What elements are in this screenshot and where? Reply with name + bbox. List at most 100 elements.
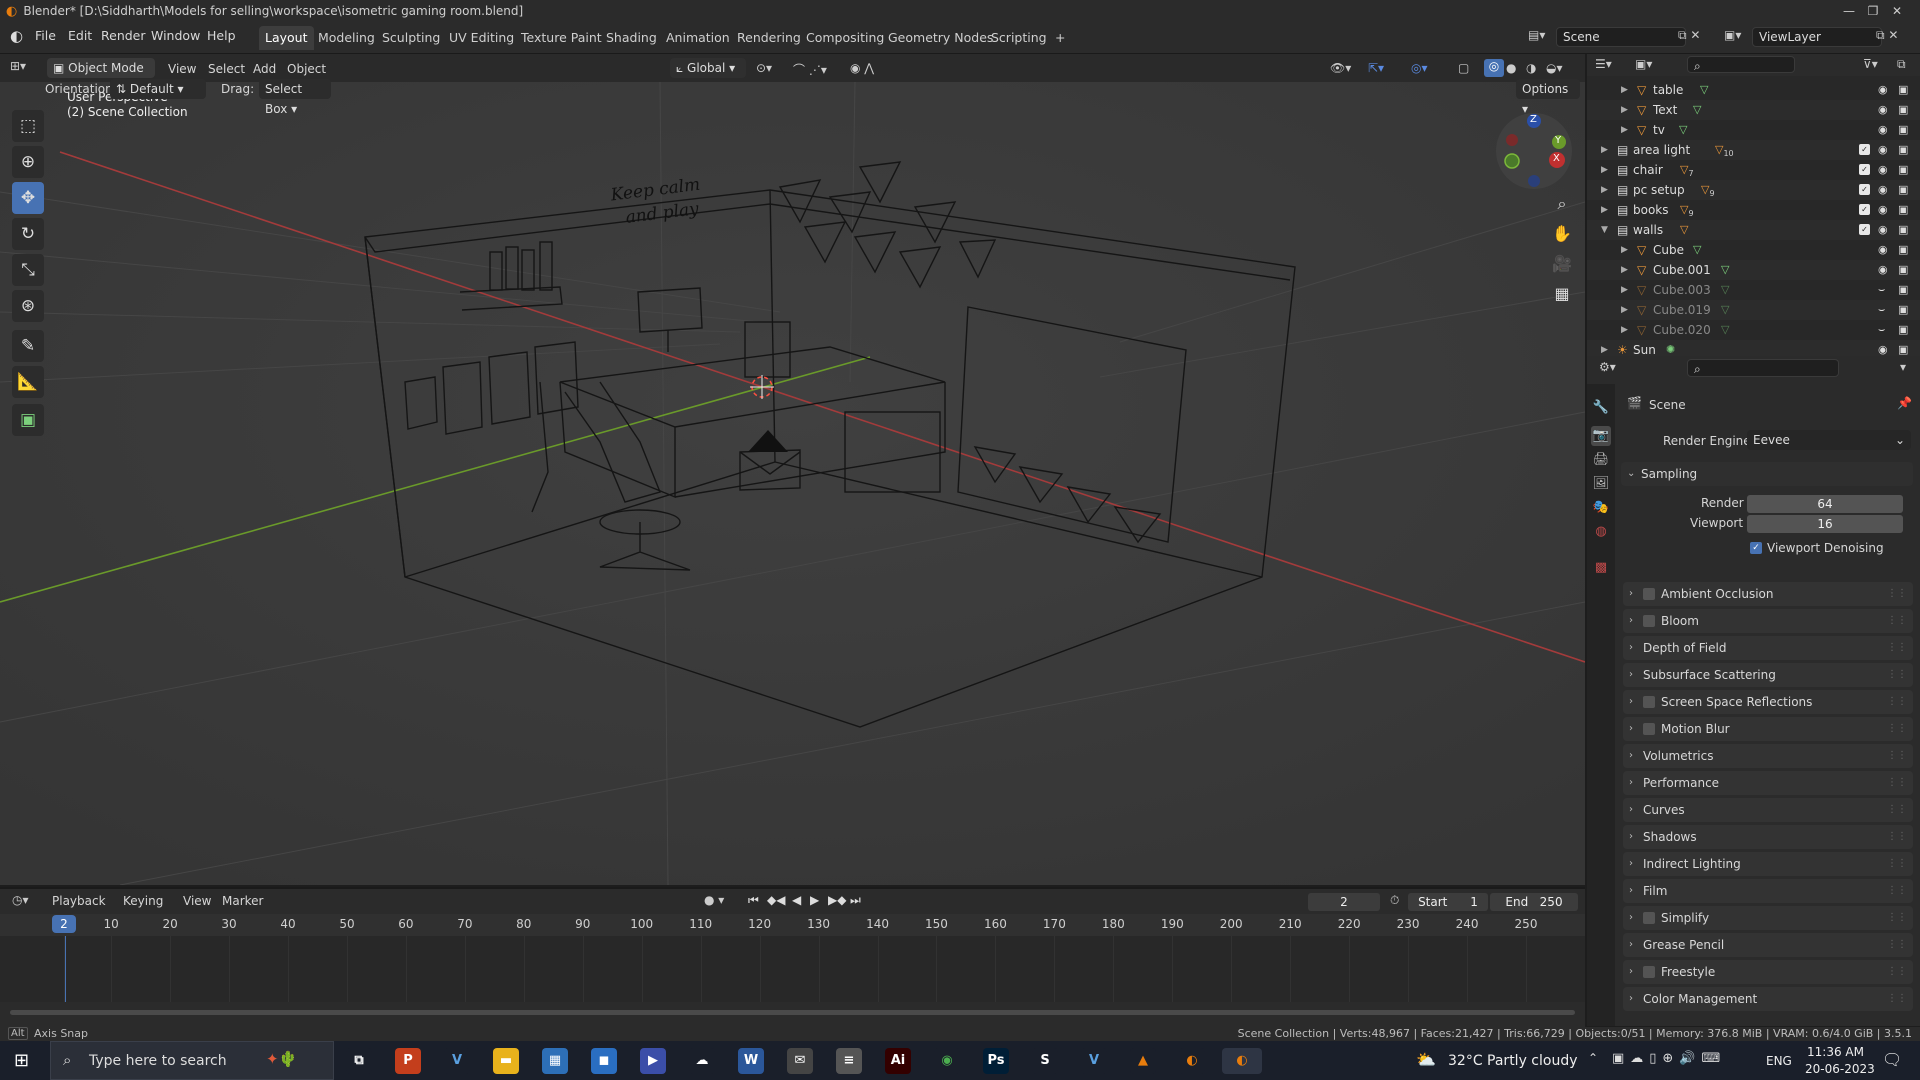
- tab-sculpting[interactable]: Sculpting: [376, 26, 446, 50]
- panel-header[interactable]: › Performance ⋮⋮: [1623, 771, 1913, 795]
- display-mode-icon[interactable]: ▣▾: [1635, 57, 1652, 71]
- render-toggle-icon[interactable]: ▣: [1898, 140, 1908, 160]
- annotate-tool-icon[interactable]: ✎: [12, 330, 44, 362]
- prev-keyframe-icon[interactable]: ◆◀: [767, 893, 785, 907]
- outliner-filter-icon[interactable]: ⊽▾: [1863, 57, 1878, 71]
- expand-chevron-icon[interactable]: ▶: [1621, 300, 1628, 320]
- eye-icon[interactable]: ◉: [1878, 140, 1888, 160]
- panel-header[interactable]: › Shadows ⋮⋮: [1623, 825, 1913, 849]
- snap-icon[interactable]: ⌒ ⋰▾: [793, 61, 827, 78]
- expand-chevron-icon[interactable]: ▶: [1621, 80, 1628, 100]
- drag-handle-icon[interactable]: ⋮⋮: [1887, 798, 1907, 822]
- drag-selector[interactable]: Select Box ▾: [259, 79, 331, 116]
- perspective-toggle-icon[interactable]: ▦: [1548, 280, 1576, 308]
- expand-chevron-icon[interactable]: ▶: [1601, 200, 1608, 220]
- gizmo-y-label[interactable]: Y: [1555, 135, 1561, 146]
- cursor-tool-icon[interactable]: ⊕: [12, 146, 44, 178]
- render-toggle-icon[interactable]: ▣: [1898, 160, 1908, 180]
- scene-tab-icon[interactable]: 🎭: [1591, 498, 1611, 518]
- panel-header[interactable]: › Grease Pencil ⋮⋮: [1623, 933, 1913, 957]
- gizmo-toggle-icon[interactable]: ⇱▾: [1368, 61, 1384, 75]
- taskbar-chrome-icon[interactable]: ◉: [934, 1048, 960, 1074]
- auto-keying-icon[interactable]: ● ▾: [704, 893, 724, 907]
- render-toggle-icon[interactable]: ▣: [1898, 120, 1908, 140]
- panel-header[interactable]: › Volumetrics ⋮⋮: [1623, 744, 1913, 768]
- panel-enable-checkbox[interactable]: [1643, 912, 1655, 924]
- menu-render[interactable]: Render: [101, 28, 146, 43]
- new-scene-icon[interactable]: ⧉ ✕: [1678, 28, 1700, 43]
- outliner-item[interactable]: ▶ ▽ Cube.020 ▽ ⌣ ▣: [1587, 320, 1920, 340]
- tool-tab-icon[interactable]: 🔧: [1591, 398, 1611, 418]
- render-toggle-icon[interactable]: ▣: [1898, 280, 1908, 300]
- jump-start-icon[interactable]: ⏮: [748, 893, 759, 908]
- start-frame-field[interactable]: Start 1: [1408, 893, 1488, 911]
- shading-wireframe-icon[interactable]: ◎: [1484, 59, 1504, 77]
- taskbar-word-icon[interactable]: W: [738, 1048, 764, 1074]
- weather-icon[interactable]: ⛅: [1416, 1050, 1436, 1069]
- panel-header[interactable]: › Freestyle ⋮⋮: [1623, 960, 1913, 984]
- drag-handle-icon[interactable]: ⋮⋮: [1887, 717, 1907, 741]
- tab-animation[interactable]: Animation: [660, 26, 736, 50]
- texture-tab-icon[interactable]: ▩: [1591, 558, 1611, 578]
- eye-icon[interactable]: ◉: [1878, 200, 1888, 220]
- play-icon[interactable]: ▶: [810, 893, 819, 907]
- render-toggle-icon[interactable]: ▣: [1898, 200, 1908, 220]
- move-tool-icon[interactable]: ✥: [12, 182, 44, 214]
- add-workspace-button[interactable]: +: [1049, 26, 1071, 50]
- taskbar-store-icon[interactable]: ◼: [591, 1048, 617, 1074]
- eye-icon[interactable]: ◉: [1878, 80, 1888, 100]
- eye-icon[interactable]: ◉: [1878, 260, 1888, 280]
- eye-closed-icon[interactable]: ⌣: [1878, 320, 1885, 340]
- panel-header[interactable]: › Film ⋮⋮: [1623, 879, 1913, 903]
- clock-date[interactable]: 20-06-2023: [1805, 1062, 1875, 1076]
- timeline-scrollbar[interactable]: [10, 1010, 1575, 1015]
- outliner-item[interactable]: ▶ ▤ pc setup ▽9 ✓ ◉ ▣: [1587, 180, 1920, 200]
- sampling-panel-header[interactable]: ⌄ Sampling: [1621, 462, 1913, 486]
- panel-header[interactable]: › Ambient Occlusion ⋮⋮: [1623, 582, 1913, 606]
- drag-handle-icon[interactable]: ⋮⋮: [1887, 744, 1907, 768]
- eye-icon[interactable]: ◉: [1878, 180, 1888, 200]
- exclude-checkbox[interactable]: ✓: [1859, 204, 1870, 215]
- drag-handle-icon[interactable]: ⋮⋮: [1887, 690, 1907, 714]
- eye-icon[interactable]: ◉: [1878, 220, 1888, 240]
- new-view-layer-icon[interactable]: ⧉ ✕: [1876, 28, 1898, 43]
- world-tab-icon[interactable]: ◍: [1591, 522, 1611, 542]
- viewport-samples-field[interactable]: 16: [1747, 515, 1903, 533]
- render-toggle-icon[interactable]: ▣: [1898, 80, 1908, 100]
- drag-handle-icon[interactable]: ⋮⋮: [1887, 582, 1907, 606]
- next-keyframe-icon[interactable]: ▶◆: [828, 893, 846, 907]
- panel-enable-checkbox[interactable]: [1643, 723, 1655, 735]
- outliner-item[interactable]: ▼ ▤ walls ▽ ✓ ◉ ▣: [1587, 220, 1920, 240]
- taskbar-blender-icon[interactable]: ◐: [1179, 1048, 1205, 1074]
- pan-hand-icon[interactable]: ✋: [1548, 220, 1576, 248]
- menu-add[interactable]: Add: [253, 62, 276, 76]
- drag-handle-icon[interactable]: ⋮⋮: [1887, 879, 1907, 903]
- eye-icon[interactable]: ◉: [1878, 120, 1888, 140]
- proportional-edit-icon[interactable]: ◉ ⋀: [850, 61, 874, 75]
- taskbar-vectorworks-2-icon[interactable]: V: [1081, 1048, 1107, 1074]
- view-layer-icon[interactable]: ▣▾: [1724, 28, 1741, 42]
- timeline-menu-playback[interactable]: Playback: [52, 894, 106, 908]
- tab-compositing[interactable]: Compositing: [800, 26, 890, 50]
- render-toggle-icon[interactable]: ▣: [1898, 180, 1908, 200]
- menu-help[interactable]: Help: [207, 28, 236, 43]
- jump-end-icon[interactable]: ⏭: [850, 893, 861, 908]
- weather-text[interactable]: 32°C Partly cloudy: [1448, 1053, 1578, 1069]
- panel-header[interactable]: › Color Management ⋮⋮: [1623, 987, 1913, 1011]
- tray-chevron-icon[interactable]: ⌃: [1588, 1051, 1598, 1065]
- drag-handle-icon[interactable]: ⋮⋮: [1887, 906, 1907, 930]
- drag-handle-icon[interactable]: ⋮⋮: [1887, 771, 1907, 795]
- taskbar-powerpoint-icon[interactable]: P: [395, 1048, 421, 1074]
- view-layer-tab-icon[interactable]: 🖼: [1591, 474, 1611, 494]
- end-frame-field[interactable]: End 250: [1490, 893, 1578, 911]
- view-layer-selector[interactable]: ViewLayer: [1752, 27, 1882, 47]
- options-dropdown[interactable]: Options ▾: [1516, 79, 1580, 116]
- outliner-editor-type-icon[interactable]: ☰▾: [1595, 57, 1612, 71]
- 3d-viewport[interactable]: User Perspective (2) Scene Collection Ke…: [0, 82, 1585, 885]
- render-engine-selector[interactable]: Eevee ⌄: [1747, 430, 1911, 450]
- taskbar-blender-active-icon[interactable]: ◐: [1222, 1048, 1262, 1074]
- tab-texture-paint[interactable]: Texture Paint: [515, 26, 608, 50]
- tab-shading[interactable]: Shading: [600, 26, 663, 50]
- panel-enable-checkbox[interactable]: [1643, 696, 1655, 708]
- taskbar-search-box[interactable]: ⌕ Type here to search ✦🌵: [50, 1041, 334, 1080]
